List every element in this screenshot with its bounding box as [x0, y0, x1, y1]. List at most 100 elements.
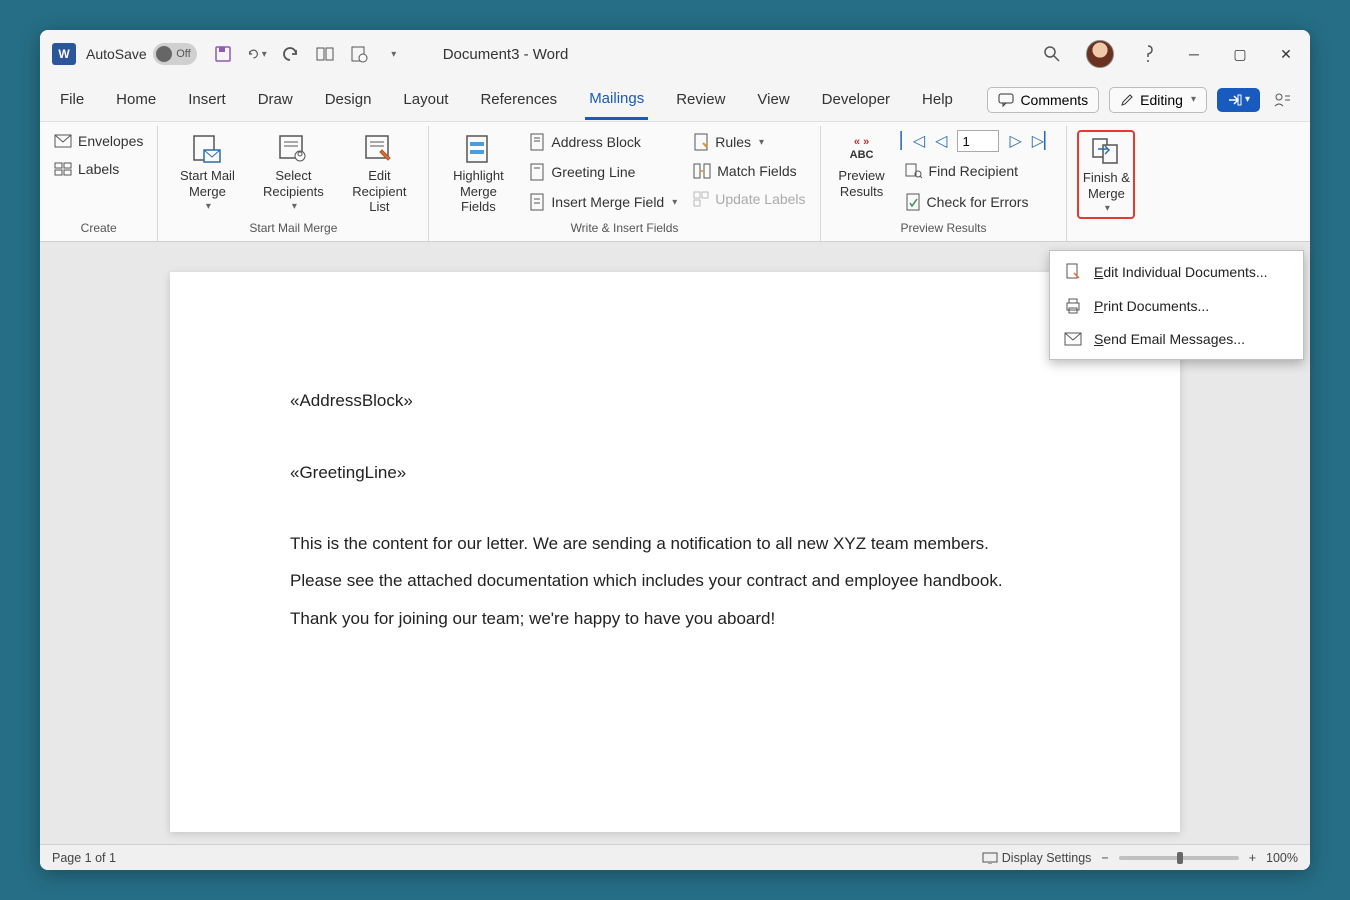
- tab-insert[interactable]: Insert: [184, 81, 230, 118]
- tab-developer[interactable]: Developer: [818, 81, 894, 118]
- edit-list-icon: [362, 132, 396, 166]
- tab-view[interactable]: View: [753, 81, 793, 118]
- minimize-button[interactable]: ─: [1182, 42, 1206, 66]
- close-button[interactable]: ✕: [1274, 42, 1298, 66]
- qat-button-1[interactable]: [315, 44, 335, 64]
- group-start-label: Start Mail Merge: [168, 219, 418, 239]
- next-record-button[interactable]: ▷: [1009, 131, 1021, 151]
- tab-review[interactable]: Review: [672, 81, 729, 118]
- envelopes-button[interactable]: Envelopes: [50, 130, 147, 152]
- body-paragraph-1[interactable]: This is the content for our letter. We a…: [290, 525, 1060, 562]
- group-preview-label: Preview Results: [831, 219, 1057, 239]
- zoom-slider[interactable]: [1119, 856, 1239, 860]
- search-button[interactable]: [1040, 42, 1064, 66]
- tab-references[interactable]: References: [476, 81, 561, 118]
- app-window: W AutoSave Off ▾ ▾ Document3 - Word ─ ▢ …: [40, 30, 1310, 870]
- rules-button[interactable]: Rules ▾: [689, 130, 809, 154]
- tab-mailings[interactable]: Mailings: [585, 80, 648, 120]
- match-fields-button[interactable]: Match Fields: [689, 160, 809, 182]
- update-icon: [693, 191, 709, 207]
- recipients-icon: [276, 132, 310, 166]
- display-settings-button[interactable]: Display Settings: [982, 851, 1092, 865]
- match-icon: [693, 163, 711, 179]
- record-navigation: ▏◁ ◁ ▷ ▷▏: [901, 130, 1057, 152]
- record-number-input[interactable]: [957, 130, 999, 152]
- find-recipient-button[interactable]: Find Recipient: [901, 160, 1057, 182]
- toggle-switch[interactable]: Off: [153, 43, 197, 65]
- labels-label: Labels: [78, 161, 119, 177]
- help-button[interactable]: [1136, 42, 1160, 66]
- print-icon: [1064, 297, 1082, 315]
- comments-label: Comments: [1020, 92, 1088, 108]
- comments-button[interactable]: Comments: [987, 87, 1099, 113]
- document-page[interactable]: «AddressBlock» «GreetingLine» This is th…: [170, 272, 1180, 832]
- ribbon: Envelopes Labels Create Start Mail Merge…: [40, 122, 1310, 242]
- doc-icon: [1064, 263, 1082, 281]
- autosave-toggle[interactable]: AutoSave Off: [86, 43, 197, 65]
- check-icon: [905, 193, 921, 211]
- zoom-thumb[interactable]: [1177, 852, 1183, 864]
- zoom-out-button[interactable]: −: [1101, 851, 1108, 865]
- finish-merge-menu: EEdit Individual Documents...dit Individ…: [1049, 250, 1304, 360]
- undo-button[interactable]: ▾: [247, 44, 267, 64]
- envelope-icon: [54, 134, 72, 148]
- tab-design[interactable]: Design: [321, 81, 376, 118]
- group-finish-label: [1077, 219, 1135, 239]
- greeting-line-field[interactable]: «GreetingLine»: [290, 454, 1060, 491]
- menu-print-documents[interactable]: PPrint Documents...rint Documents...: [1050, 289, 1303, 323]
- save-button[interactable]: [213, 44, 233, 64]
- chevron-down-icon: ▾: [759, 137, 764, 148]
- document-title: Document3 - Word: [443, 46, 569, 63]
- tab-help[interactable]: Help: [918, 81, 957, 118]
- last-record-button[interactable]: ▷▏: [1032, 131, 1057, 151]
- labels-button[interactable]: Labels: [50, 158, 147, 180]
- tab-home[interactable]: Home: [112, 81, 160, 118]
- maximize-button[interactable]: ▢: [1228, 42, 1252, 66]
- preview-results-button[interactable]: « »ABC Preview Results: [831, 130, 893, 201]
- highlight-merge-fields-button[interactable]: Highlight Merge Fields: [439, 130, 517, 217]
- address-block-button[interactable]: Address Block: [525, 130, 681, 154]
- insert-merge-field-button[interactable]: Insert Merge Field ▾: [525, 190, 681, 214]
- zoom-in-button[interactable]: +: [1249, 851, 1256, 865]
- prev-record-button[interactable]: ◁: [935, 131, 947, 151]
- start-mail-merge-button[interactable]: Start Mail Merge▾: [168, 130, 246, 215]
- body-paragraph-3[interactable]: Thank you for joining our team; we're ha…: [290, 600, 1060, 637]
- toggle-knob-icon: [156, 46, 172, 62]
- greeting-line-button[interactable]: Greeting Line: [525, 160, 681, 184]
- check-errors-button[interactable]: Check for Errors: [901, 190, 1057, 214]
- comment-icon: [998, 93, 1014, 107]
- collapse-ribbon-button[interactable]: [1270, 88, 1294, 112]
- rules-icon: [693, 133, 709, 151]
- select-recipients-button[interactable]: Select Recipients▾: [254, 130, 332, 215]
- tab-layout[interactable]: Layout: [399, 81, 452, 118]
- group-write-insert: Highlight Merge Fields Address Block Gre…: [429, 126, 820, 241]
- tab-draw[interactable]: Draw: [254, 81, 297, 118]
- menu-send-email[interactable]: SSend Email Messages...end Email Message…: [1050, 323, 1303, 355]
- page-indicator[interactable]: Page 1 of 1: [52, 851, 116, 865]
- editing-mode-button[interactable]: Editing ▾: [1109, 87, 1207, 113]
- qat-customize[interactable]: ▾: [383, 44, 403, 64]
- edit-recipient-list-button[interactable]: Edit Recipient List: [340, 130, 418, 217]
- find-icon: [905, 163, 923, 179]
- group-finish: Finish & Merge▾: [1067, 126, 1145, 241]
- chevron-down-icon: ▾: [1191, 94, 1196, 105]
- status-bar: Page 1 of 1 Display Settings − + 100%: [40, 844, 1310, 870]
- share-button[interactable]: ▾: [1217, 88, 1260, 112]
- group-create-label: Create: [50, 219, 147, 239]
- ribbon-tabs: File Home Insert Draw Design Layout Refe…: [40, 78, 1310, 122]
- page-icon: [529, 133, 545, 151]
- toggle-state: Off: [176, 48, 190, 60]
- first-record-button[interactable]: ▏◁: [901, 131, 926, 151]
- zoom-level[interactable]: 100%: [1266, 851, 1298, 865]
- body-paragraph-2[interactable]: Please see the attached documentation wh…: [290, 562, 1060, 599]
- redo-button[interactable]: [281, 44, 301, 64]
- user-avatar[interactable]: [1086, 40, 1114, 68]
- display-icon: [982, 852, 998, 864]
- address-block-field[interactable]: «AddressBlock»: [290, 382, 1060, 419]
- preview-icon: « »ABC: [845, 132, 879, 166]
- tab-file[interactable]: File: [56, 81, 88, 118]
- group-start-mail-merge: Start Mail Merge▾ Select Recipients▾ Edi…: [158, 126, 429, 241]
- qat-button-2[interactable]: [349, 44, 369, 64]
- menu-edit-individual-docs[interactable]: EEdit Individual Documents...dit Individ…: [1050, 255, 1303, 289]
- finish-merge-button[interactable]: Finish & Merge▾: [1077, 130, 1135, 219]
